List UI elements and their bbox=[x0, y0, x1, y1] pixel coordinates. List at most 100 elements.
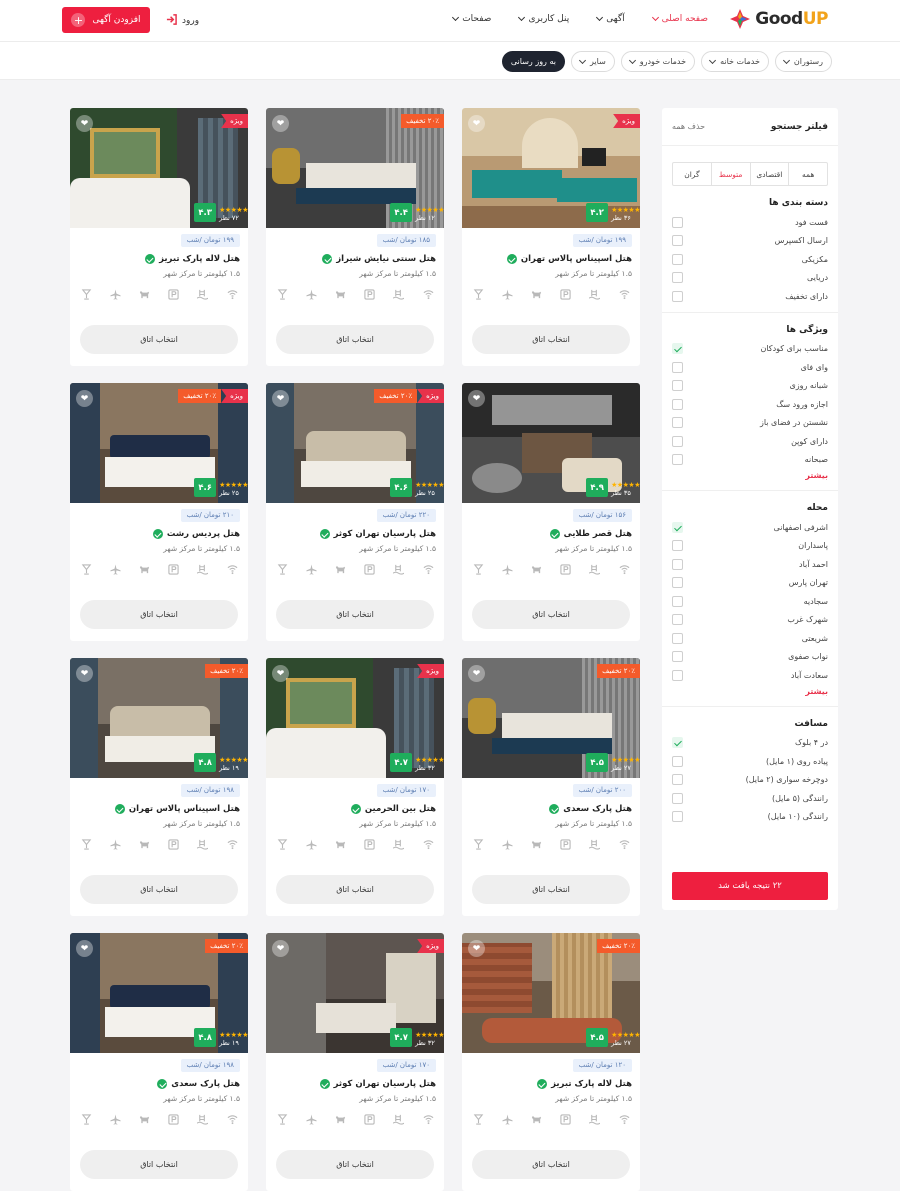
hotel-card[interactable]: ❤ ★★★★★ ۳۵ نظر ۴.۹ ۱۵۶ تومان /شب هتل قصر طلای… bbox=[462, 383, 640, 641]
heart-icon[interactable]: ❤ bbox=[468, 115, 485, 132]
filter-option[interactable]: دریایی bbox=[672, 269, 828, 288]
filter-option[interactable]: مناسب برای کودکان bbox=[672, 340, 828, 359]
hotel-name[interactable]: هتل پردیس رشت bbox=[78, 529, 240, 539]
filter-option[interactable]: ارسال اکسپرس bbox=[672, 232, 828, 251]
filter-option[interactable]: پاسداران bbox=[672, 537, 828, 556]
checkbox[interactable] bbox=[672, 774, 683, 786]
select-room-button[interactable]: انتخاب اتاق bbox=[80, 1150, 238, 1179]
hotel-name[interactable]: هتل لاله پارک تبریز bbox=[470, 1079, 632, 1089]
filter-option[interactable]: نواب صفوی bbox=[672, 648, 828, 667]
hotel-card[interactable]: ❤ ۲۰٪ تخفیف ★★★★★ ۱۲ نظر ۴.۴ ۱۸۵ تومان /شب هتل… bbox=[266, 108, 444, 366]
filter-option[interactable]: در ۴ بلوک bbox=[672, 734, 828, 753]
heart-icon[interactable]: ❤ bbox=[76, 390, 93, 407]
heart-icon[interactable]: ❤ bbox=[468, 665, 485, 682]
hotel-photo[interactable]: ❤ ★★★★★ ۳۵ نظر ۴.۹ bbox=[462, 383, 640, 503]
checkbox[interactable] bbox=[672, 343, 683, 355]
heart-icon[interactable]: ❤ bbox=[76, 940, 93, 957]
filter-option[interactable]: مکزیکی bbox=[672, 250, 828, 269]
hotel-card[interactable]: ❤ ۲۰٪ تخفیف ★★★★★ ۱۹ نظر ۴.۸ ۱۹۸ تومان /شب هتل… bbox=[70, 933, 248, 1191]
price-tab-all[interactable]: همه bbox=[788, 163, 827, 185]
filter-option[interactable]: شبانه روزی bbox=[672, 377, 828, 396]
filter-option[interactable]: رانندگی (۵ مایل) bbox=[672, 789, 828, 808]
hotel-photo[interactable]: ❤ ویژه ★★★★★ ۳۲ نظر ۴.۷ bbox=[266, 658, 444, 778]
hotel-photo[interactable]: ❤ ۲۰٪ تخفیف ★★★★★ ۲۷ نظر ۴.۵ bbox=[462, 933, 640, 1053]
select-room-button[interactable]: انتخاب اتاق bbox=[80, 325, 238, 354]
filter-option[interactable]: وای فای bbox=[672, 358, 828, 377]
results-button[interactable]: ۲۲ نتیجه یافت شد bbox=[672, 872, 828, 900]
checkbox[interactable] bbox=[672, 235, 683, 247]
nav-item-home[interactable]: صفحه اصلی bbox=[651, 13, 708, 24]
hotel-photo[interactable]: ❤ ویژه ★★★★★ ۳۲ نظر ۴.۷ bbox=[266, 933, 444, 1053]
hotel-photo[interactable]: ❤ ویژه ★★★★★ ۳۶ نظر ۴.۲ bbox=[462, 108, 640, 228]
checkbox[interactable] bbox=[672, 290, 683, 302]
checkbox[interactable] bbox=[672, 272, 683, 284]
heart-icon[interactable]: ❤ bbox=[272, 115, 289, 132]
filter-option[interactable]: تهران پارس bbox=[672, 574, 828, 593]
hotel-photo[interactable]: ❤ ویژه ۲۰٪ تخفیف ★★★★★ ۲۵ نظر ۴.۶ bbox=[70, 383, 248, 503]
select-room-button[interactable]: انتخاب اتاق bbox=[472, 875, 630, 904]
checkbox[interactable] bbox=[672, 521, 683, 533]
checkbox[interactable] bbox=[672, 577, 683, 589]
hotel-name[interactable]: هتل پارک سعدی bbox=[470, 804, 632, 814]
hotel-name[interactable]: هتل لاله پارک تبریز bbox=[78, 254, 240, 264]
hotel-photo[interactable]: ❤ ۲۰٪ تخفیف ★★★★★ ۱۲ نظر ۴.۴ bbox=[266, 108, 444, 228]
checkbox[interactable] bbox=[672, 614, 683, 626]
select-room-button[interactable]: انتخاب اتاق bbox=[472, 600, 630, 629]
filter-option[interactable]: اشرفی اصفهانی bbox=[672, 518, 828, 537]
hotel-photo[interactable]: ❤ ۲۰٪ تخفیف ★★★★★ ۱۹ نظر ۴.۸ bbox=[70, 658, 248, 778]
checkbox[interactable] bbox=[672, 632, 683, 644]
filter-option[interactable]: فست فود bbox=[672, 213, 828, 232]
heart-icon[interactable]: ❤ bbox=[468, 940, 485, 957]
filter-option[interactable]: پیاده روی (۱ مایل) bbox=[672, 752, 828, 771]
checkbox[interactable] bbox=[672, 361, 683, 373]
chip-update[interactable]: به روز رسانی bbox=[501, 51, 565, 72]
checkbox[interactable] bbox=[672, 253, 683, 265]
filter-option[interactable]: رانندگی (۱۰ مایل) bbox=[672, 808, 828, 827]
filter-option[interactable]: دارای کوپن bbox=[672, 432, 828, 451]
price-tab-medium[interactable]: متوسط bbox=[710, 163, 750, 185]
hotel-card[interactable]: ❤ ۲۰٪ تخفیف ★★★★★ ۲۷ نظر ۴.۵ ۲۰۰ تومان /شب هتل… bbox=[462, 658, 640, 916]
hotel-name[interactable]: هتل پارسیان تهران کوثر bbox=[274, 529, 436, 539]
checkbox[interactable] bbox=[672, 398, 683, 410]
hotel-card[interactable]: ❤ ویژه ۲۰٪ تخفیف ★★★★★ ۲۵ نظر ۴.۶ ۲۱۰ تومان /ش… bbox=[70, 383, 248, 641]
filter-option[interactable]: صبحانه bbox=[672, 451, 828, 470]
checkbox[interactable] bbox=[672, 595, 683, 607]
checkbox[interactable] bbox=[672, 558, 683, 570]
nav-item-ads[interactable]: آگهی bbox=[596, 13, 625, 24]
select-room-button[interactable]: انتخاب اتاق bbox=[276, 600, 434, 629]
filter-option[interactable]: نشستن در فضای باز bbox=[672, 414, 828, 433]
filter-option[interactable]: دوچرخه سواری (۲ مایل) bbox=[672, 771, 828, 790]
checkbox[interactable] bbox=[672, 417, 683, 429]
filter-option[interactable]: سعادت آباد bbox=[672, 666, 828, 685]
logo[interactable]: GoodUP bbox=[729, 8, 829, 30]
hotel-card[interactable]: ❤ ویژه ★★★★★ ۳۶ نظر ۴.۲ ۱۹۹ تومان /شب هتل اسپی… bbox=[462, 108, 640, 366]
price-tab-economy[interactable]: اقتصادی bbox=[749, 163, 789, 185]
heart-icon[interactable]: ❤ bbox=[76, 665, 93, 682]
login-link[interactable]: ورود bbox=[166, 14, 199, 28]
filter-option[interactable]: احمد آباد bbox=[672, 555, 828, 574]
price-tab-expensive[interactable]: گران bbox=[673, 163, 711, 185]
hotel-card[interactable]: ❤ ویژه ★★★★★ ۳۲ نظر ۴.۷ ۱۷۰ تومان /شب هتل بین … bbox=[266, 658, 444, 916]
checkbox[interactable] bbox=[672, 737, 683, 749]
hotel-photo[interactable]: ❤ ۲۰٪ تخفیف ★★★★★ ۲۷ نظر ۴.۵ bbox=[462, 658, 640, 778]
heart-icon[interactable]: ❤ bbox=[468, 390, 485, 407]
checkbox[interactable] bbox=[672, 669, 683, 681]
select-room-button[interactable]: انتخاب اتاق bbox=[472, 325, 630, 354]
filter-option[interactable]: اجازه ورود سگ bbox=[672, 395, 828, 414]
hotel-photo[interactable]: ❤ ۲۰٪ تخفیف ★★★★★ ۱۹ نظر ۴.۸ bbox=[70, 933, 248, 1053]
checkbox[interactable] bbox=[672, 792, 683, 804]
hotel-card[interactable]: ❤ ویژه ★★★★★ ۷۲ نظر ۴.۳ ۱۹۹ تومان /شب هتل لاله… bbox=[70, 108, 248, 366]
hotel-name[interactable]: هتل پارسیان تهران کوثر bbox=[274, 1079, 436, 1089]
select-room-button[interactable]: انتخاب اتاق bbox=[80, 600, 238, 629]
hotel-name[interactable]: هتل اسپیناس پالاس تهران bbox=[78, 804, 240, 814]
checkbox[interactable] bbox=[672, 811, 683, 823]
hotel-name[interactable]: هتل قصر طلایی bbox=[470, 529, 632, 539]
hotel-card[interactable]: ❤ ویژه ۲۰٪ تخفیف ★★★★★ ۲۵ نظر ۴.۶ ۲۲۰ تومان /ش… bbox=[266, 383, 444, 641]
chip-restaurant[interactable]: رستوران bbox=[774, 51, 832, 72]
checkbox[interactable] bbox=[672, 380, 683, 392]
hotel-name[interactable]: هتل اسپیناس پالاس تهران bbox=[470, 254, 632, 264]
heart-icon[interactable]: ❤ bbox=[272, 390, 289, 407]
select-room-button[interactable]: انتخاب اتاق bbox=[276, 875, 434, 904]
heart-icon[interactable]: ❤ bbox=[76, 115, 93, 132]
checkbox[interactable] bbox=[672, 651, 683, 663]
